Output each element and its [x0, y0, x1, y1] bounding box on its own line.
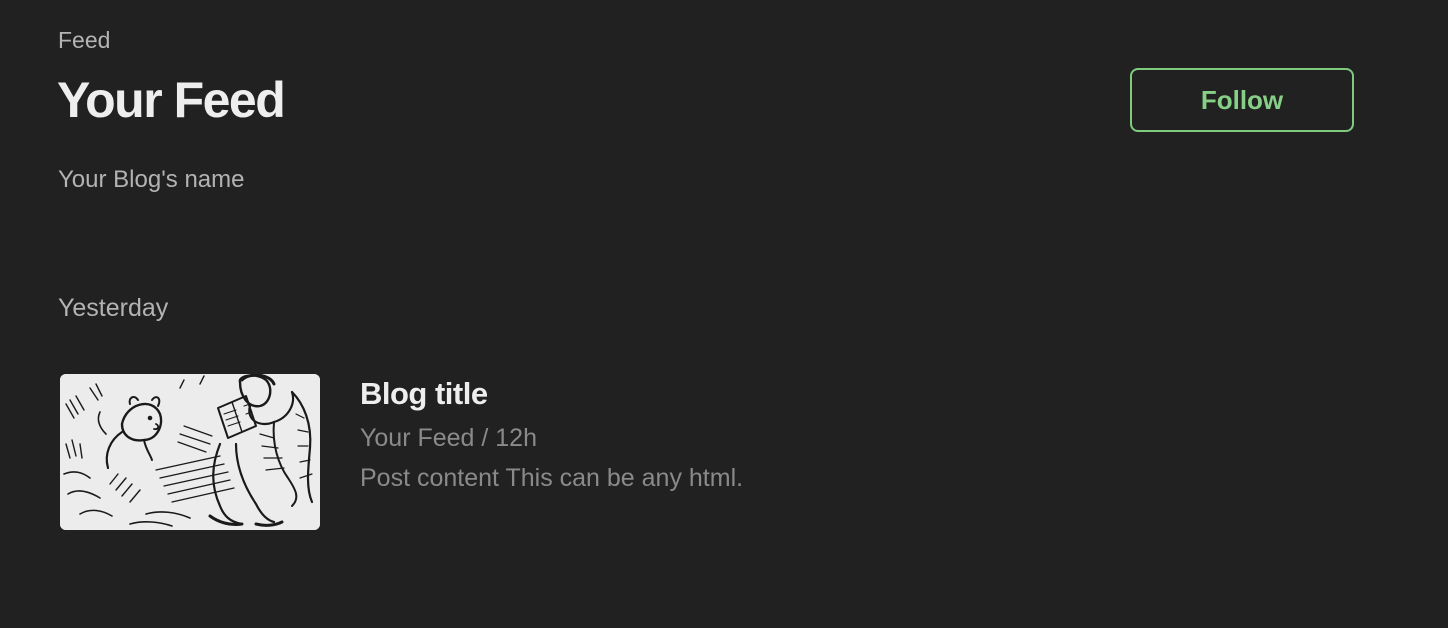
feed-page: Feed Your Feed Follow Your Blog's name Y… — [0, 0, 1448, 628]
page-title: Your Feed — [57, 72, 286, 128]
post-meta: Your Feed / 12h — [360, 424, 537, 452]
follow-button[interactable]: Follow — [1130, 68, 1354, 132]
illustration-thumbnail-icon — [60, 374, 320, 530]
list-item[interactable]: Blog title Your Feed / 12h Post content … — [60, 374, 820, 530]
post-title[interactable]: Blog title — [360, 376, 488, 412]
section-label: Yesterday — [58, 294, 169, 322]
blog-name: Your Blog's name — [58, 166, 245, 193]
post-thumbnail[interactable] — [60, 374, 320, 530]
post-excerpt: Post content This can be any html. — [360, 464, 744, 492]
breadcrumb: Feed — [58, 27, 111, 53]
